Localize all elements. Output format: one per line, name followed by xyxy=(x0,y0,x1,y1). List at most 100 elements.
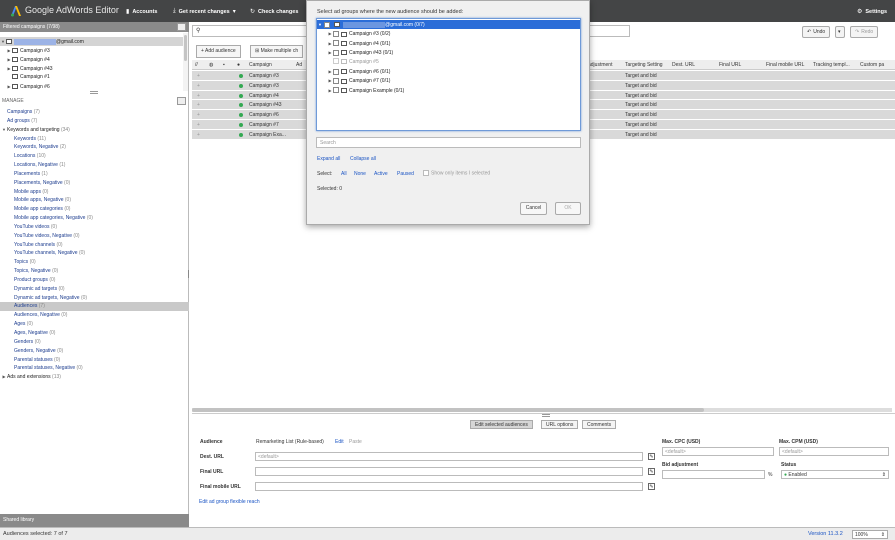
edit-icon[interactable]: ✎ xyxy=(648,468,655,475)
manage-item[interactable]: ▶ Ads and extensions (13) xyxy=(0,373,189,382)
manage-item[interactable]: Locations, Negative (1) xyxy=(0,161,189,170)
manage-item[interactable]: Topics, Negative (0) xyxy=(0,267,189,276)
manage-item[interactable]: Mobile apps (0) xyxy=(0,188,189,197)
version-link[interactable]: Version 11.3.2 xyxy=(808,531,843,537)
select-none-link[interactable]: None xyxy=(354,171,366,177)
cancel-button[interactable]: Cancel xyxy=(520,202,547,215)
add-audience-button[interactable]: + Add audience xyxy=(196,45,241,58)
col-campaign[interactable]: Campaign xyxy=(249,62,272,68)
scroll-thumb[interactable] xyxy=(192,408,704,412)
tab-comments[interactable]: Comments xyxy=(582,420,617,429)
edit-icon[interactable]: ✎ xyxy=(648,483,655,490)
manage-item[interactable]: Campaigns (7) xyxy=(0,108,189,117)
splitter-handle[interactable] xyxy=(542,414,550,417)
manage-item[interactable]: Keywords (11) xyxy=(0,135,189,144)
dest-url-input[interactable]: <default> xyxy=(255,452,643,461)
tree-account-row[interactable]: ▼ @gmail.com xyxy=(0,37,183,46)
dialog-search-input[interactable]: Search xyxy=(316,137,581,148)
manage-item[interactable]: Dynamic ad targets (0) xyxy=(0,285,189,294)
select-all-link[interactable]: All xyxy=(341,171,347,177)
checkbox[interactable] xyxy=(423,170,429,176)
flexible-reach-link[interactable]: Edit ad group flexible reach xyxy=(199,499,260,505)
col-custom-parameter[interactable]: Custom pa xyxy=(860,62,884,68)
filter-icon[interactable] xyxy=(177,97,186,105)
undo-button[interactable]: ↶ Undo xyxy=(802,26,831,38)
manage-item[interactable]: Parental statuses (0) xyxy=(0,356,189,365)
get-recent-changes-button[interactable]: ⤓ Get recent changes ▾ xyxy=(173,8,236,15)
manage-item[interactable]: Product groups (0) xyxy=(0,276,189,285)
dialog-campaign-row[interactable]: ▶ Campaign #43 (0/1) xyxy=(317,48,580,57)
manage-item[interactable]: YouTube videos (0) xyxy=(0,223,189,232)
manage-item[interactable]: Ages, Negative (0) xyxy=(0,329,189,338)
redo-button[interactable]: ↷ Redo xyxy=(850,26,879,38)
tree-scrollbar[interactable] xyxy=(183,33,188,91)
manage-item[interactable]: Mobile app categories (0) xyxy=(0,205,189,214)
manage-item[interactable]: Placements (1) xyxy=(0,170,189,179)
tree-campaign-row[interactable]: ▶ Campaign #43 xyxy=(0,64,183,73)
manage-item[interactable]: YouTube channels, Negative (0) xyxy=(0,249,189,258)
dialog-campaign-row[interactable]: ▶ Campaign Example (0/1) xyxy=(317,86,580,95)
manage-item[interactable]: Genders (0) xyxy=(0,338,189,347)
show-only-selected-toggle[interactable]: Show only items I selected xyxy=(423,170,490,176)
collapse-all-link[interactable]: Collapse all xyxy=(350,156,376,162)
tab-url-options[interactable]: URL options xyxy=(541,420,579,429)
manage-item[interactable]: YouTube videos, Negative (0) xyxy=(0,232,189,241)
checkbox[interactable] xyxy=(324,21,331,28)
expand-right-icon[interactable]: ▶ xyxy=(1,373,7,382)
final-url-input[interactable] xyxy=(255,467,643,476)
checkbox[interactable] xyxy=(333,87,339,94)
undo-menu-button[interactable]: ▾ xyxy=(835,26,845,38)
checkbox[interactable] xyxy=(333,49,339,56)
dialog-tree-root[interactable]: ▼ @gmail.com (0/7) xyxy=(317,20,580,30)
final-mobile-url-input[interactable] xyxy=(255,482,643,491)
col-targeting-setting[interactable]: Targeting Setting xyxy=(625,62,663,68)
checkbox[interactable] xyxy=(333,40,339,47)
select-active-link[interactable]: Active xyxy=(374,171,388,177)
expand-all-link[interactable]: Expand all xyxy=(317,156,340,162)
accounts-button[interactable]: ▮ Accounts xyxy=(126,8,157,16)
audience-paste-link[interactable]: Paste xyxy=(349,439,362,445)
expand-down-icon[interactable]: ▼ xyxy=(1,126,7,135)
manage-item[interactable]: Genders, Negative (0) xyxy=(0,347,189,356)
checkbox[interactable] xyxy=(333,31,339,38)
manage-item[interactable]: Audiences, Negative (0) xyxy=(0,311,189,320)
manage-item[interactable]: Parental statuses, Negative (0) xyxy=(0,364,189,373)
manage-item[interactable]: Mobile app categories, Negative (0) xyxy=(0,214,189,223)
dialog-campaign-row[interactable]: ▶ Campaign #7 (0/1) xyxy=(317,76,580,85)
horizontal-scrollbar[interactable] xyxy=(192,408,892,412)
splitter-handle[interactable] xyxy=(90,91,98,94)
manage-item[interactable]: YouTube channels (0) xyxy=(0,241,189,250)
tree-campaign-row[interactable]: ▶ Campaign #3 xyxy=(0,46,183,55)
bid-adjustment-input[interactable] xyxy=(662,470,765,479)
dialog-campaign-row[interactable]: ▶ Campaign #3 (0/2) xyxy=(317,29,580,38)
ok-button[interactable]: OK xyxy=(555,202,581,215)
settings-button[interactable]: ⚙ Settings xyxy=(857,8,887,16)
dialog-campaign-row[interactable]: ▶ Campaign #6 (0/1) xyxy=(317,67,580,76)
tree-campaign-row[interactable]: Campaign #1 xyxy=(0,73,183,82)
audience-edit-link[interactable]: Edit xyxy=(335,439,344,445)
tab-edit-selected-audiences[interactable]: Edit selected audiences xyxy=(470,420,533,429)
select-paused-link[interactable]: Paused xyxy=(397,171,414,177)
filter-icon[interactable] xyxy=(177,23,186,31)
tree-campaign-row[interactable]: ▶ Campaign #6 xyxy=(0,82,183,91)
max-cpc-input[interactable]: <default> xyxy=(662,447,774,456)
checkbox[interactable] xyxy=(333,68,339,75)
col-bid-adjustment[interactable]: adjustment xyxy=(588,62,612,68)
manage-item[interactable]: Locations (10) xyxy=(0,152,189,161)
manage-item[interactable]: Ad groups (7) xyxy=(0,117,189,126)
edit-icon[interactable]: ✎ xyxy=(648,453,655,460)
check-changes-button[interactable]: ↻ Check changes xyxy=(250,8,298,16)
col-ad-group[interactable]: Ad xyxy=(296,62,302,68)
shared-library[interactable]: Shared library xyxy=(0,514,189,527)
tree-campaign-row[interactable]: ▶ Campaign #4 xyxy=(0,55,183,64)
dialog-campaign-row[interactable]: ▶ Campaign #4 (0/1) xyxy=(317,39,580,48)
status-select[interactable]: ● Enabled ⇕ xyxy=(781,470,889,479)
manage-item[interactable]: Placements, Negative (0) xyxy=(0,179,189,188)
checkbox[interactable] xyxy=(333,58,339,65)
manage-item[interactable]: ▼ Keywords and targeting (34) xyxy=(0,126,189,135)
dialog-campaign-row[interactable]: Campaign #5 xyxy=(317,58,580,67)
col-dest-url[interactable]: Dest. URL xyxy=(672,62,695,68)
col-final-mobile-url[interactable]: Final mobile URL xyxy=(766,62,804,68)
max-cpm-input[interactable]: <default> xyxy=(779,447,889,456)
manage-item[interactable]: Mobile apps, Negative (0) xyxy=(0,196,189,205)
